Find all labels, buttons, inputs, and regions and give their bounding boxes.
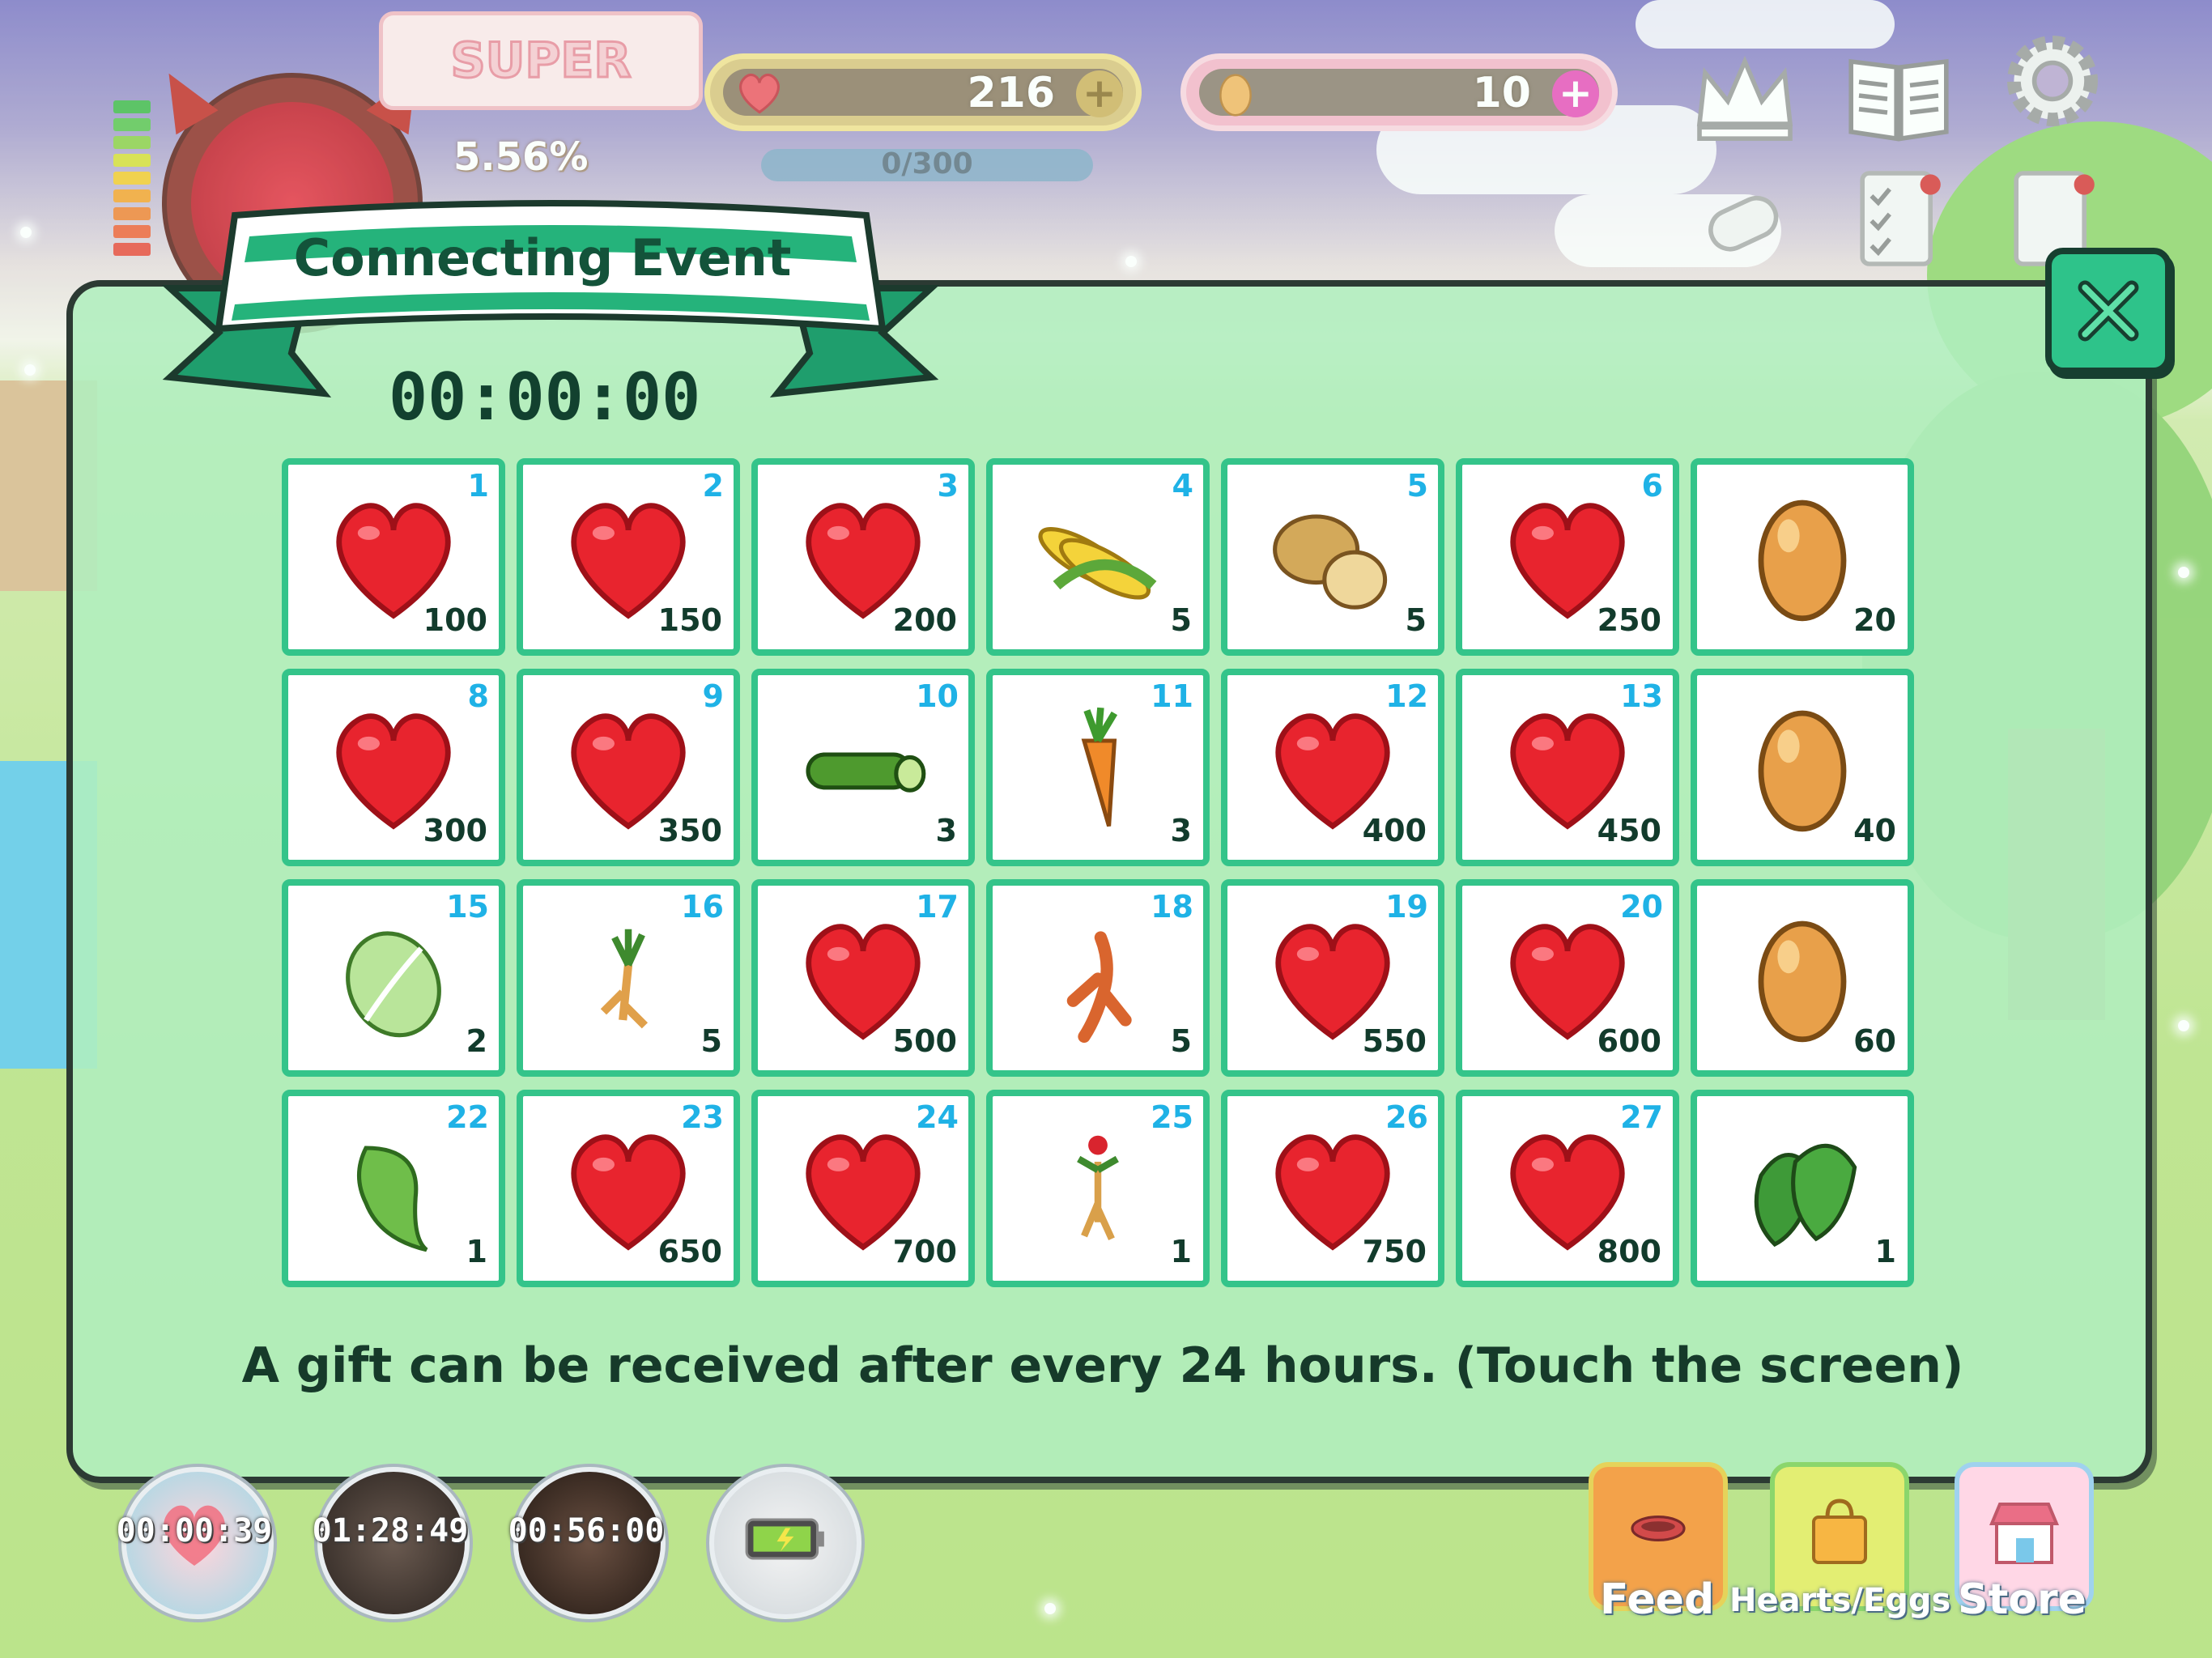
reward-amount: 1 [1874, 1234, 1896, 1269]
reward-cell[interactable]: 1 [1691, 1090, 1914, 1287]
close-button[interactable] [2045, 248, 2172, 374]
reward-day: 9 [702, 678, 724, 714]
reward-cell[interactable]: 25 1 [986, 1090, 1210, 1287]
reward-cell[interactable]: 12 400 [1221, 669, 1444, 866]
reward-amount: 150 [657, 602, 722, 638]
reward-amount: 500 [892, 1023, 957, 1059]
reward-amount: 5 [1405, 602, 1427, 638]
reward-amount: 700 [892, 1234, 957, 1269]
reward-day: 8 [467, 678, 489, 714]
corn-icon [1038, 527, 1157, 600]
reward-amount: 600 [1597, 1023, 1661, 1059]
hearts-eggs-label: Hearts/Eggs [1729, 1582, 1951, 1619]
reward-day: 5 [1406, 468, 1428, 504]
reward-day: 1 [467, 468, 489, 504]
reward-cell[interactable]: 13 450 [1456, 669, 1679, 866]
reward-amount: 400 [1362, 813, 1427, 848]
reward-cell[interactable]: 23 650 [517, 1090, 740, 1287]
reward-cell[interactable]: 18 5 [986, 879, 1210, 1077]
reward-cell[interactable]: 15 2 [282, 879, 505, 1077]
reward-cell[interactable]: 20 600 [1456, 879, 1679, 1077]
reward-amount: 2 [466, 1023, 487, 1059]
leaves-icon [1754, 1143, 1857, 1248]
reward-cell[interactable]: 19 550 [1221, 879, 1444, 1077]
reward-day: 3 [937, 468, 959, 504]
reward-amount: 550 [1362, 1023, 1427, 1059]
reward-cell[interactable]: 10 3 [751, 669, 975, 866]
event-countdown: 00:00:00 [389, 359, 701, 435]
reward-cell[interactable]: 22 1 [282, 1090, 505, 1287]
timer-3: 00:56:00 [508, 1512, 665, 1550]
reward-cell[interactable]: 27 800 [1456, 1090, 1679, 1287]
close-icon [2078, 280, 2139, 342]
feed-label: Feed [1600, 1575, 1715, 1624]
reward-amount: 5 [700, 1023, 722, 1059]
reward-cell[interactable]: 24 700 [751, 1090, 975, 1287]
ginseng-small-icon [600, 929, 649, 1029]
battery-icon [745, 1518, 824, 1560]
reward-amount: 650 [657, 1234, 722, 1269]
shopping-bag-icon [1812, 1499, 1867, 1564]
reward-amount: 20 [1853, 602, 1896, 638]
reward-cell[interactable]: 11 3 [986, 669, 1210, 866]
reward-amount: 250 [1597, 602, 1661, 638]
reward-amount: 60 [1853, 1023, 1896, 1059]
reward-amount: 450 [1597, 813, 1661, 848]
reward-amount: 5 [1170, 1023, 1192, 1059]
potato-icon [1273, 514, 1388, 610]
reward-day: 2 [702, 468, 724, 504]
reward-cell[interactable]: 6 250 [1456, 458, 1679, 656]
cabbage-icon [346, 931, 441, 1038]
reward-amount: 300 [423, 813, 487, 848]
reward-cell[interactable]: 2 150 [517, 458, 740, 656]
reward-amount: 200 [892, 602, 957, 638]
reward-cell[interactable]: 1 100 [282, 458, 505, 656]
reward-cell[interactable]: 9 350 [517, 669, 740, 866]
reward-day: 4 [1172, 468, 1193, 504]
timer-2: 01:28:49 [312, 1512, 469, 1550]
reward-cell[interactable]: 16 5 [517, 879, 740, 1077]
reward-amount: 1 [466, 1234, 487, 1269]
reward-cell[interactable]: 40 [1691, 669, 1914, 866]
reward-cell[interactable]: 55 [1221, 458, 1444, 656]
reward-amount: 750 [1362, 1234, 1427, 1269]
store-icon [1989, 1503, 2059, 1564]
reward-amount: 100 [423, 602, 487, 638]
event-title: Connecting Event [293, 228, 792, 287]
reward-amount: 3 [1170, 813, 1192, 848]
store-label: Store [1958, 1575, 2087, 1624]
reward-amount: 800 [1597, 1234, 1661, 1269]
reward-cell[interactable]: 20 [1691, 458, 1914, 656]
heart-timer: 00:00:39 [116, 1512, 273, 1550]
cucumber-icon [806, 752, 926, 793]
reward-amount: 350 [657, 813, 722, 848]
reward-day: 6 [1641, 468, 1663, 504]
game-scene[interactable]: SUPER 5.56% 216 + 0/300 10 + Connecting … [0, 0, 2212, 1658]
reward-amount: 3 [935, 813, 957, 848]
reward-cell[interactable]: 60 [1691, 879, 1914, 1077]
reward-cell[interactable]: 45 [986, 458, 1210, 656]
reward-cell[interactable]: 26 750 [1221, 1090, 1444, 1287]
lettuce-icon [357, 1146, 428, 1252]
ginseng-red-icon [1066, 931, 1132, 1044]
reward-amount: 5 [1170, 602, 1192, 638]
reward-amount: 1 [1170, 1234, 1192, 1269]
reward-cell[interactable]: 3 200 [751, 458, 975, 656]
bowl-icon [1631, 1516, 1686, 1541]
gift-instructions: A gift can be received after every 24 ho… [241, 1337, 1964, 1394]
reward-cell[interactable]: 8 300 [282, 669, 505, 866]
carrot-icon [1081, 707, 1118, 827]
ginseng-flower-icon [1077, 1135, 1119, 1240]
reward-amount: 40 [1853, 813, 1896, 848]
reward-cell[interactable]: 17 500 [751, 879, 975, 1077]
